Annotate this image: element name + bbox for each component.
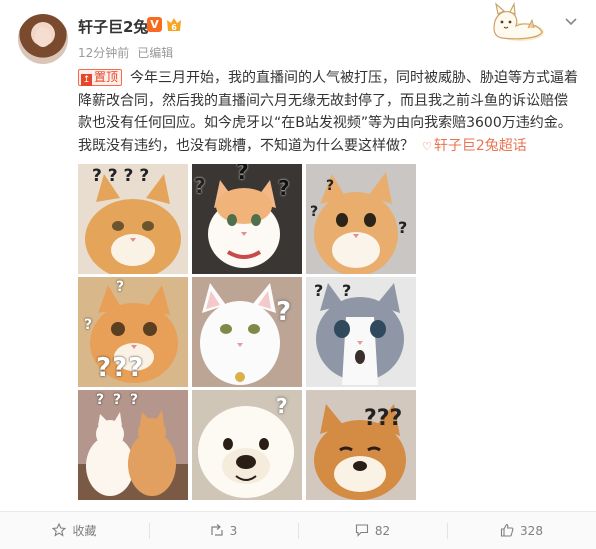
- favorite-label: 收藏: [72, 524, 97, 538]
- question-marks: ? ? ? ?: [92, 166, 150, 186]
- super-topic-label: 轩子巨2兔超话: [433, 137, 527, 154]
- like-count: 328: [520, 524, 543, 538]
- post-body: ↥ 置顶 今年三月开始，我的直播间的人气被打压，同时被威胁、胁迫等方式逼着降薪改合同…: [78, 67, 578, 158]
- question-marks: ?: [276, 394, 288, 418]
- image-thumb-5[interactable]: ?: [192, 277, 302, 387]
- question-marks: ???: [96, 353, 145, 383]
- super-topic-link[interactable]: ♡ 轩子巨2兔超话: [422, 138, 527, 154]
- image-thumb-9[interactable]: ???: [306, 390, 416, 500]
- pinned-label: 置顶: [94, 70, 119, 84]
- repost-count: 3: [229, 524, 238, 538]
- avatar-face: [35, 27, 51, 47]
- verified-badge-icon[interactable]: V: [147, 17, 162, 32]
- weibo-post-card: 轩子巨2兔 V 6 12分钟前 已编辑 ↥ 置顶 今年三月开始，我的直播间的人气被打压…: [0, 0, 596, 549]
- post-time[interactable]: 12分钟前: [78, 46, 129, 60]
- image-thumb-6[interactable]: ? ?: [306, 277, 416, 387]
- image-thumb-4[interactable]: ? ? ???: [78, 277, 188, 387]
- question-marks: ?: [398, 218, 408, 237]
- question-marks: ?: [342, 281, 352, 300]
- question-marks: ?: [194, 174, 206, 198]
- question-marks: ?: [310, 204, 319, 220]
- question-marks: ? ? ?: [96, 392, 141, 408]
- star-icon: [52, 523, 67, 537]
- member-rank-icon[interactable]: 6: [165, 17, 183, 33]
- image-grid: ? ? ? ? ? ? ? ? ? ? ? ? ??? ? ? ? ? ? ? …: [78, 164, 416, 500]
- pinned-badge: ↥ 置顶: [78, 69, 123, 86]
- pin-icon: ↥: [81, 74, 92, 86]
- image-thumb-7[interactable]: ? ? ?: [78, 390, 188, 500]
- question-marks: ?: [276, 297, 292, 327]
- comment-icon: [355, 524, 368, 537]
- avatar[interactable]: [18, 14, 68, 64]
- repost-icon: [211, 524, 223, 536]
- favorite-button[interactable]: 收藏: [0, 512, 149, 549]
- like-button[interactable]: 328: [447, 512, 596, 549]
- post-meta: 12分钟前 已编辑: [78, 44, 173, 61]
- rank-number: 6: [171, 23, 177, 32]
- decorative-dog-icon: [493, 2, 544, 41]
- white-cat-image: [192, 277, 302, 387]
- question-marks: ?: [314, 281, 324, 300]
- super-topic-icon: ♡: [422, 139, 432, 153]
- action-bar: 收藏 3 82 328: [0, 511, 596, 549]
- author-name[interactable]: 轩子巨2兔: [78, 16, 148, 37]
- question-marks: ?: [116, 279, 125, 295]
- image-thumb-1[interactable]: ? ? ? ?: [78, 164, 188, 274]
- image-thumb-3[interactable]: ? ? ?: [306, 164, 416, 274]
- edited-label[interactable]: 已编辑: [137, 46, 173, 60]
- question-marks: ?: [236, 164, 249, 185]
- question-marks: ?: [278, 176, 290, 200]
- comment-button[interactable]: 82: [298, 512, 447, 549]
- question-marks: ???: [364, 406, 403, 431]
- comment-count: 82: [374, 524, 391, 538]
- question-marks: ?: [326, 178, 335, 194]
- thumbs-up-icon: [500, 523, 514, 537]
- repost-button[interactable]: 3: [149, 512, 298, 549]
- post-menu-chevron-down-icon[interactable]: [563, 14, 579, 30]
- image-thumb-2[interactable]: ? ? ?: [192, 164, 302, 274]
- question-marks: ?: [84, 317, 93, 333]
- image-thumb-8[interactable]: ?: [192, 390, 302, 500]
